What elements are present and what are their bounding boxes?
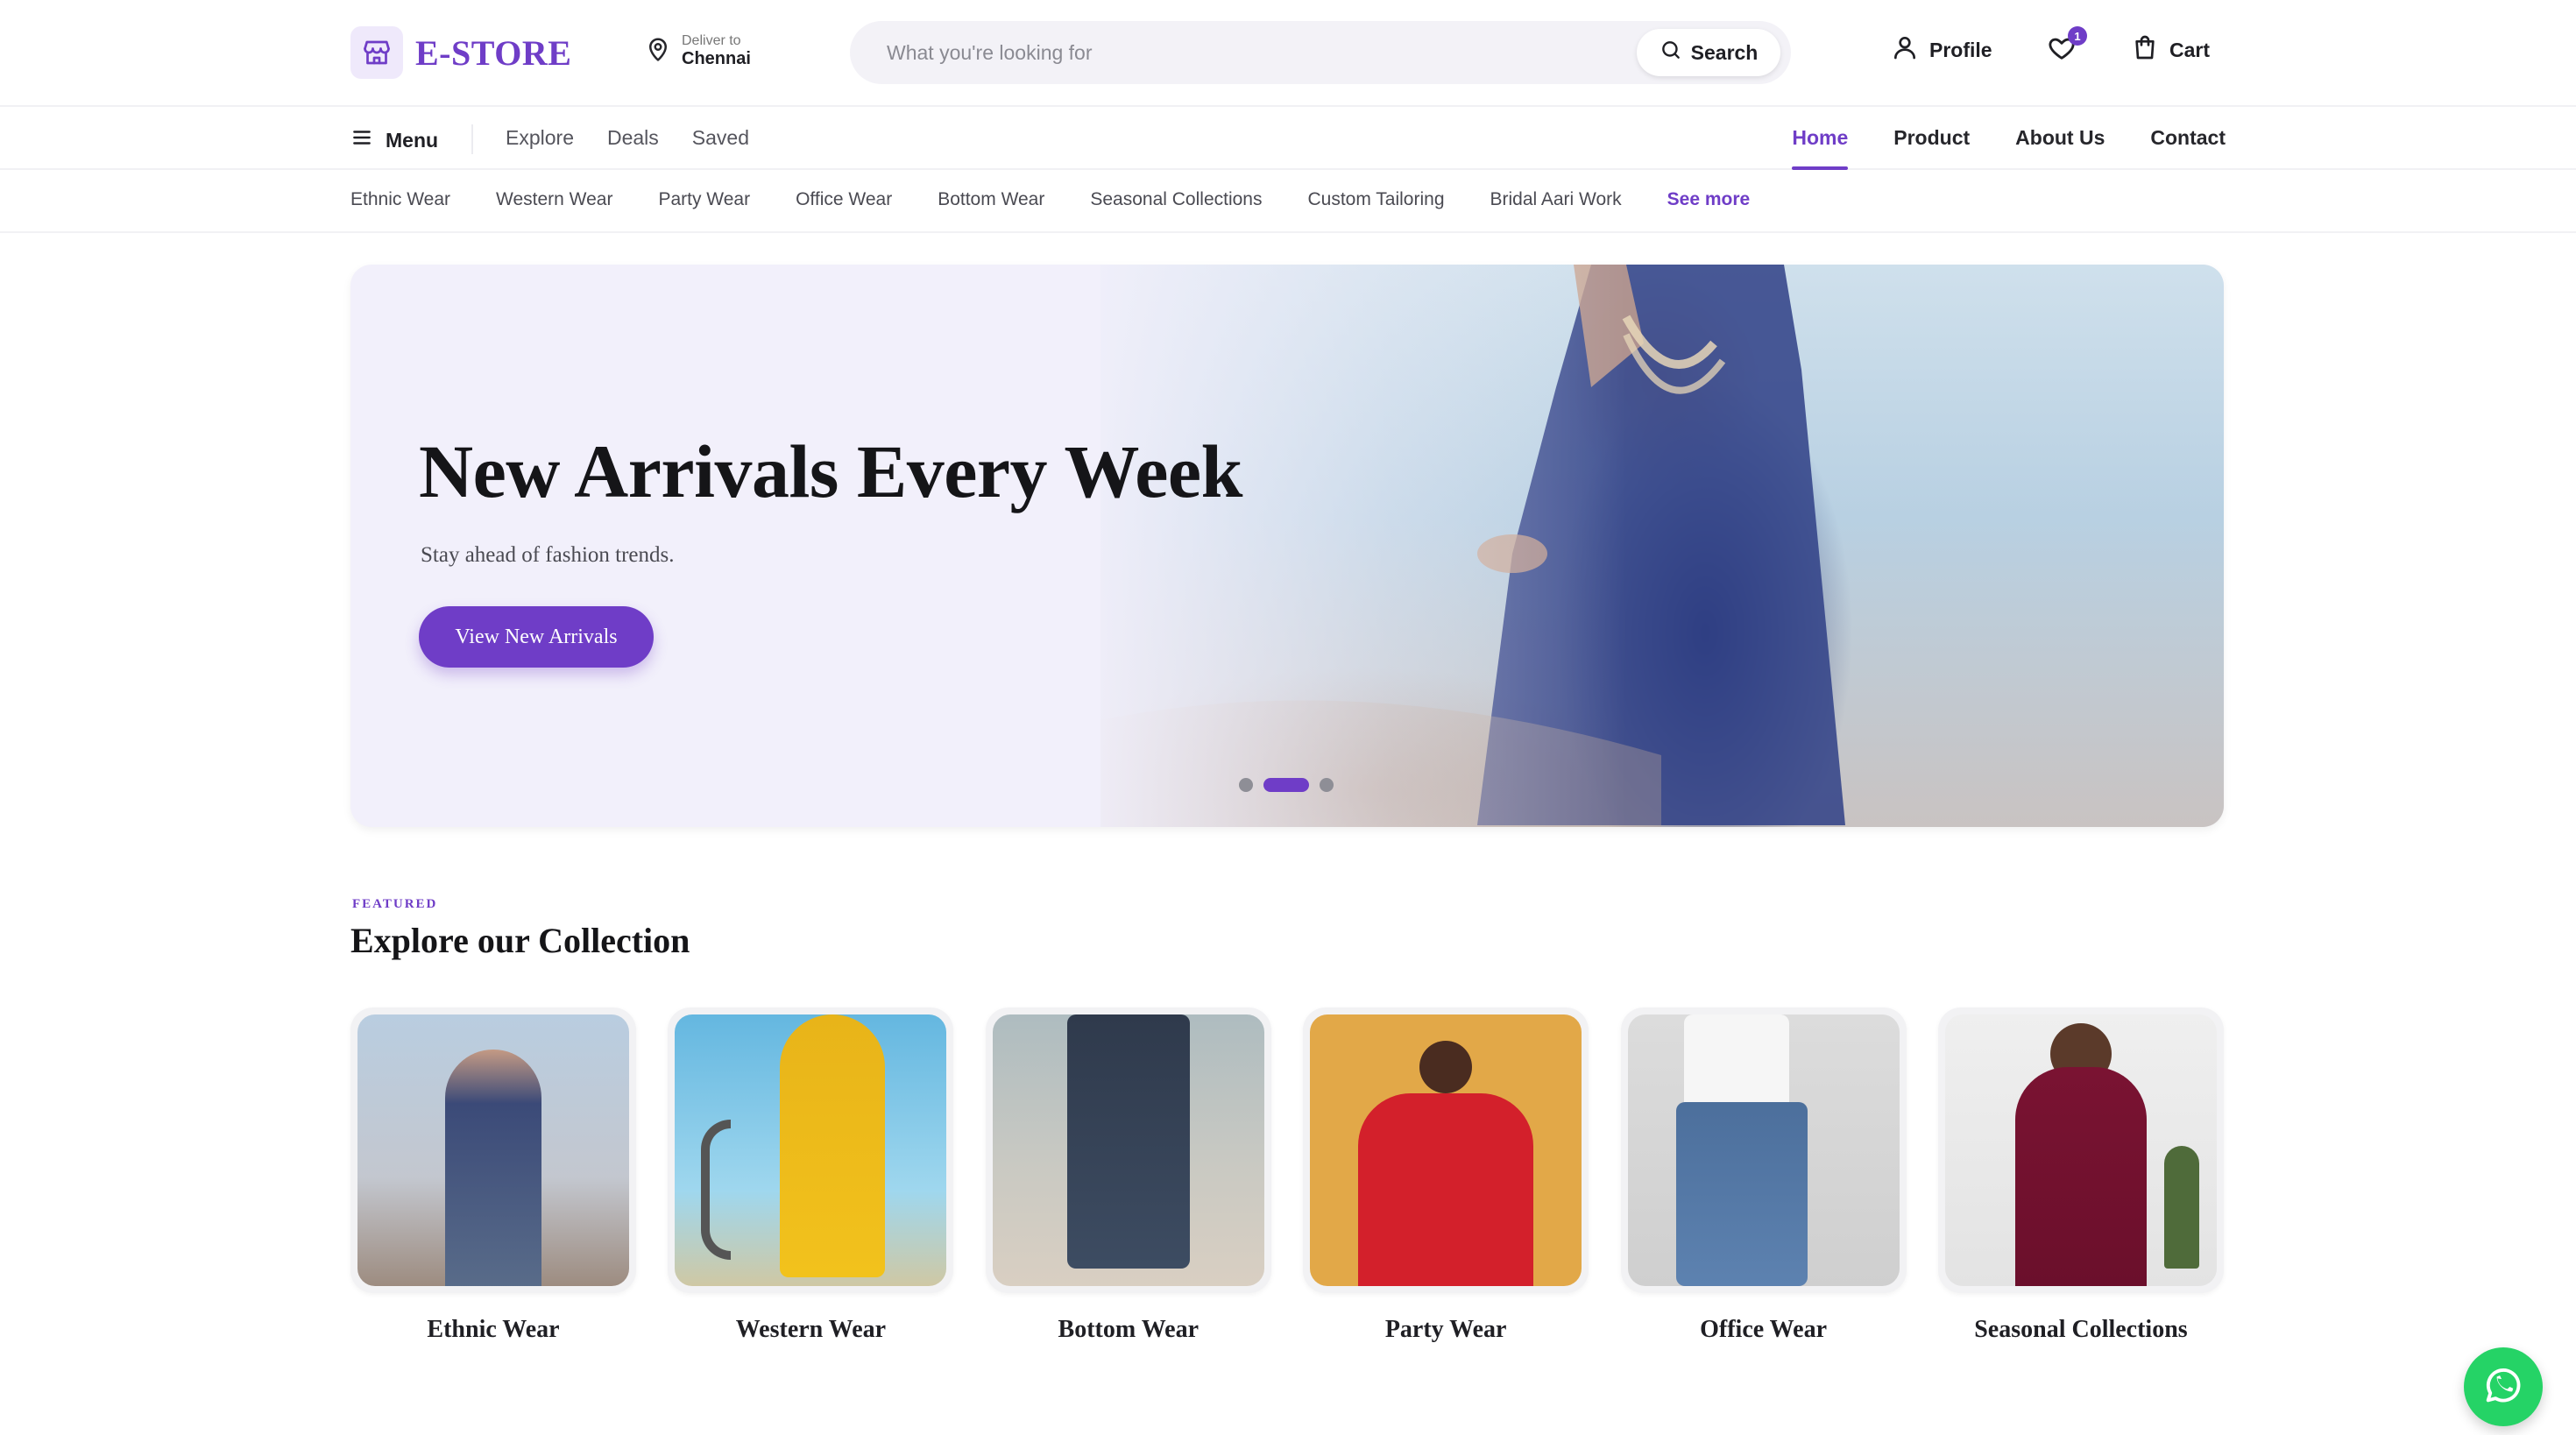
nav-link-product[interactable]: Product <box>1893 126 1970 150</box>
card-frame <box>985 1007 1271 1293</box>
card-label: Western Wear <box>735 1316 887 1343</box>
collection-card-office-wear[interactable]: Office Wear <box>1620 1007 1907 1344</box>
nav-link-saved[interactable]: Saved <box>692 126 749 150</box>
menu-label: Menu <box>386 128 439 152</box>
whatsapp-icon <box>2480 1362 2526 1412</box>
carousel-dot-2[interactable] <box>1263 778 1309 792</box>
view-new-arrivals-button[interactable]: View New Arrivals <box>419 606 654 668</box>
shopping-bag-icon <box>2131 33 2159 67</box>
category-link-seasonal-collections[interactable]: Seasonal Collections <box>1090 189 1262 210</box>
category-link-office-wear[interactable]: Office Wear <box>796 189 892 210</box>
user-icon <box>1891 33 1919 67</box>
nav-link-explore[interactable]: Explore <box>506 126 574 150</box>
carousel-dot-3[interactable] <box>1320 778 1334 792</box>
card-label: Seasonal Collections <box>1974 1316 2188 1343</box>
hero-image-fade <box>1100 265 1626 827</box>
hamburger-menu-icon <box>350 126 373 154</box>
search-icon <box>1660 39 1682 67</box>
collection-card-western-wear[interactable]: Western Wear <box>668 1007 954 1344</box>
card-label: Bottom Wear <box>1058 1316 1199 1343</box>
nav-divider <box>471 124 473 154</box>
carousel-dots <box>1239 778 1334 792</box>
category-link-western-wear[interactable]: Western Wear <box>496 189 612 210</box>
collection-card-bottom-wear[interactable]: Bottom Wear <box>985 1007 1271 1344</box>
store-logo[interactable]: E-STORE <box>350 26 571 79</box>
office-wear-image <box>1627 1014 1900 1286</box>
category-link-bottom-wear[interactable]: Bottom Wear <box>938 189 1044 210</box>
nav-link-deals[interactable]: Deals <box>607 126 659 150</box>
primary-nav: Home Product About Us Contact <box>1792 126 2226 170</box>
nav-link-contact[interactable]: Contact <box>2150 126 2226 150</box>
hero-subtitle: Stay ahead of fashion trends. <box>421 543 675 567</box>
wishlist-count-badge: 1 <box>2068 26 2087 46</box>
card-frame <box>1937 1007 2224 1293</box>
collection-card-party-wear[interactable]: Party Wear <box>1303 1007 1589 1344</box>
cart-link[interactable]: Cart <box>2131 33 2210 67</box>
location-pin-icon <box>645 36 671 67</box>
search-bar: Search <box>850 21 1791 84</box>
seasonal-collections-image <box>1944 1014 2217 1286</box>
site-header: E-STORE Deliver to Chennai Search Profil… <box>0 0 2576 107</box>
category-link-bridal-aari-work[interactable]: Bridal Aari Work <box>1490 189 1622 210</box>
card-label: Party Wear <box>1384 1316 1507 1343</box>
main-nav: Menu Explore Deals Saved Home Product Ab… <box>0 109 2576 170</box>
cart-label: Cart <box>2169 38 2211 61</box>
category-link-ethnic-wear[interactable]: Ethnic Wear <box>350 189 450 210</box>
hero-title: New Arrivals Every Week <box>419 429 1242 513</box>
category-link-custom-tailoring[interactable]: Custom Tailoring <box>1307 189 1444 210</box>
nav-link-about-us[interactable]: About Us <box>2015 126 2105 150</box>
wishlist-button[interactable]: 1 <box>2047 26 2087 68</box>
menu-button[interactable]: Menu <box>350 126 438 154</box>
card-frame <box>668 1007 954 1293</box>
section-eyebrow: FEATURED <box>352 897 438 911</box>
store-icon <box>350 26 403 79</box>
card-label: Ethnic Wear <box>427 1316 560 1343</box>
card-frame <box>1620 1007 1907 1293</box>
western-wear-image <box>675 1014 947 1286</box>
hero-banner: New Arrivals Every Week Stay ahead of fa… <box>350 265 2224 827</box>
deliver-label: Deliver to <box>682 33 741 48</box>
secondary-nav: Explore Deals Saved <box>506 126 749 150</box>
card-frame <box>1303 1007 1589 1293</box>
carousel-dot-1[interactable] <box>1239 778 1253 792</box>
heart-icon: 1 <box>2047 26 2087 68</box>
deliver-location[interactable]: Deliver to Chennai <box>645 33 751 69</box>
card-label: Office Wear <box>1700 1316 1827 1343</box>
card-frame <box>350 1007 636 1293</box>
party-wear-image <box>1310 1014 1582 1286</box>
see-more-link[interactable]: See more <box>1667 189 1751 210</box>
logo-text: E-STORE <box>415 32 572 73</box>
search-button[interactable]: Search <box>1637 29 1780 76</box>
bottom-wear-image <box>992 1014 1264 1286</box>
profile-label: Profile <box>1929 38 1992 61</box>
profile-link[interactable]: Profile <box>1891 33 1992 67</box>
deliver-city: Chennai <box>682 49 751 69</box>
collection-card-ethnic-wear[interactable]: Ethnic Wear <box>350 1007 636 1344</box>
whatsapp-chat-button[interactable] <box>2464 1347 2543 1426</box>
ethnic-wear-image <box>357 1014 629 1286</box>
section-title: Explore our Collection <box>350 921 690 960</box>
collection-grid: Ethnic Wear Western Wear Bottom Wear Par… <box>350 1007 2224 1344</box>
nav-link-home[interactable]: Home <box>1792 126 1848 170</box>
category-link-party-wear[interactable]: Party Wear <box>658 189 750 210</box>
search-button-label: Search <box>1690 40 1759 64</box>
collection-card-seasonal-collections[interactable]: Seasonal Collections <box>1937 1007 2224 1344</box>
category-bar: Ethnic Wear Western Wear Party Wear Offi… <box>0 172 2576 233</box>
